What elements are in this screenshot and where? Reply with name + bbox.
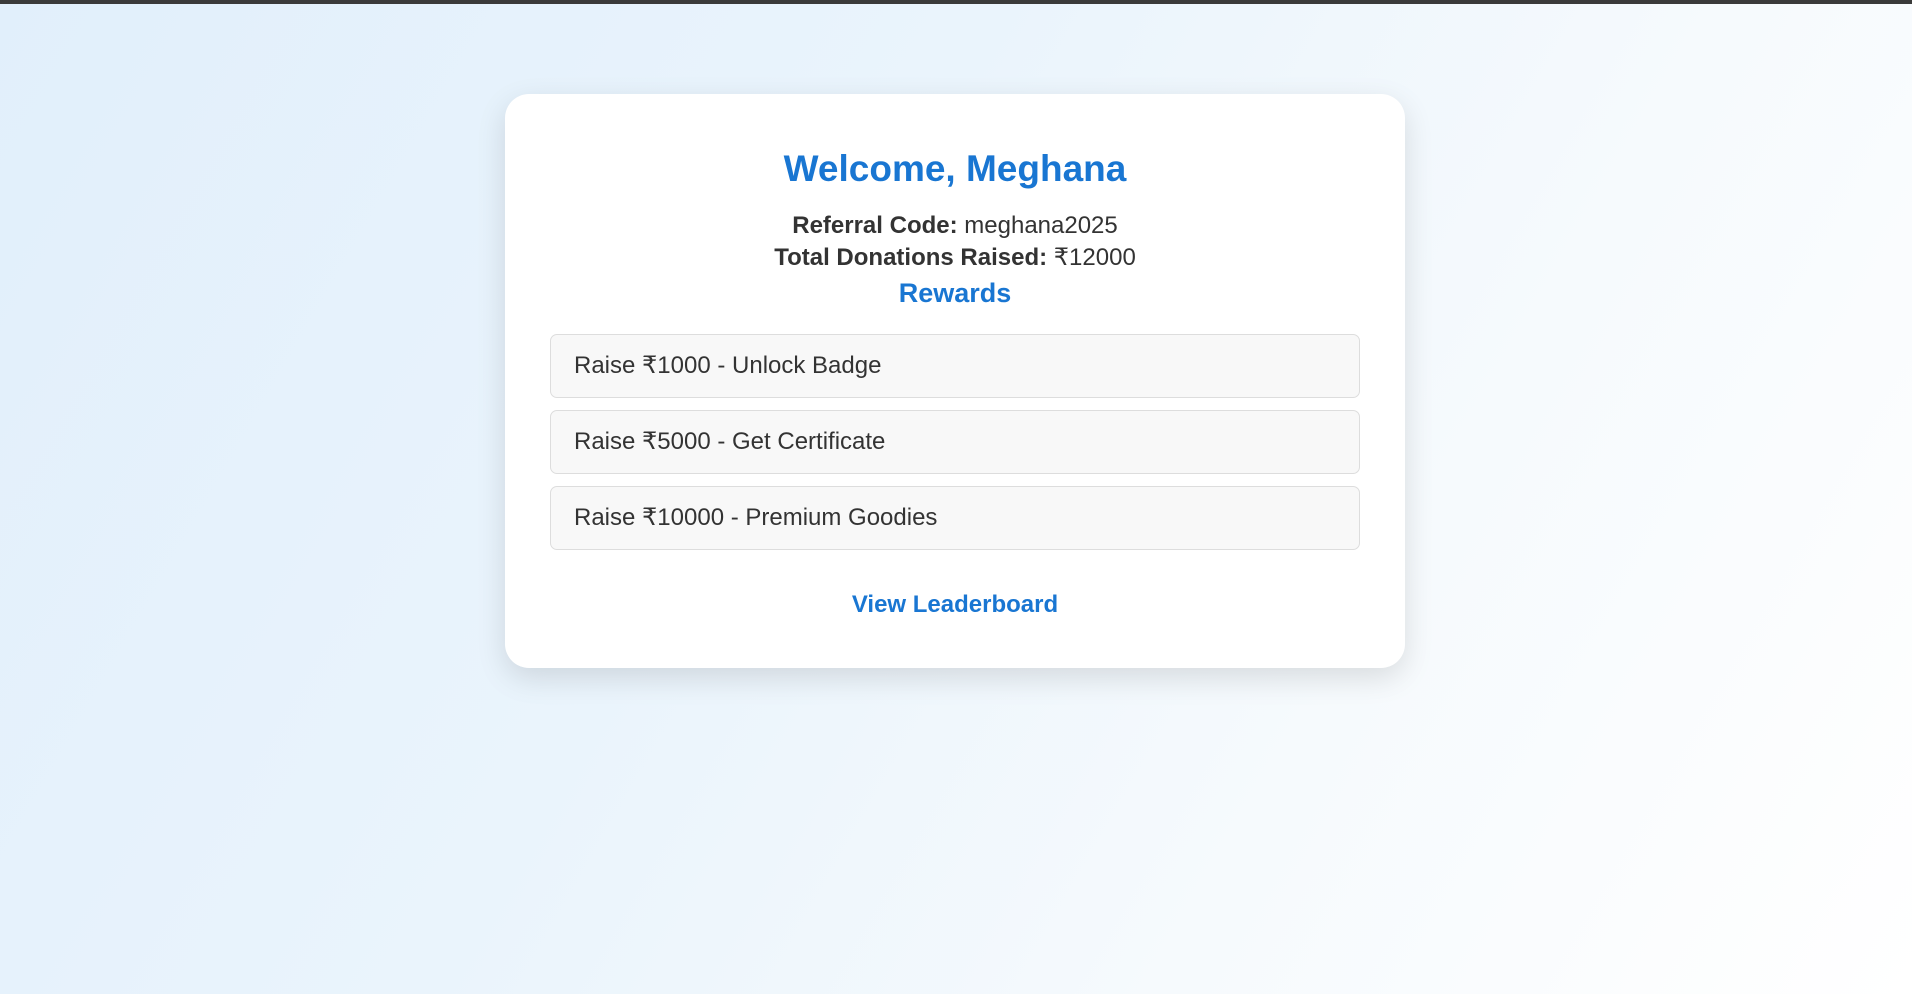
donations-row: Total Donations Raised: ₹12000 (550, 242, 1360, 274)
donations-label: Total Donations Raised: (774, 244, 1048, 271)
browser-top-bar (0, 0, 1912, 4)
view-leaderboard-link[interactable]: View Leaderboard (852, 586, 1058, 624)
referral-code-row: Referral Code: meghana2025 (550, 210, 1360, 242)
dashboard-card: Welcome, Meghana Referral Code: meghana2… (505, 94, 1405, 668)
referral-code-value: meghana2025 (964, 212, 1118, 239)
welcome-heading: Welcome, Meghana (783, 148, 1127, 189)
reward-item: Raise ₹10000 - Premium Goodies (550, 486, 1360, 550)
referral-code-label: Referral Code: (792, 212, 958, 239)
rewards-list: Raise ₹1000 - Unlock Badge Raise ₹5000 -… (550, 334, 1360, 550)
account-info: Referral Code: meghana2025 Total Donatio… (550, 210, 1360, 274)
donations-value: ₹12000 (1053, 244, 1136, 271)
reward-item: Raise ₹1000 - Unlock Badge (550, 334, 1360, 398)
reward-item: Raise ₹5000 - Get Certificate (550, 410, 1360, 474)
rewards-heading: Rewards (898, 278, 1012, 308)
